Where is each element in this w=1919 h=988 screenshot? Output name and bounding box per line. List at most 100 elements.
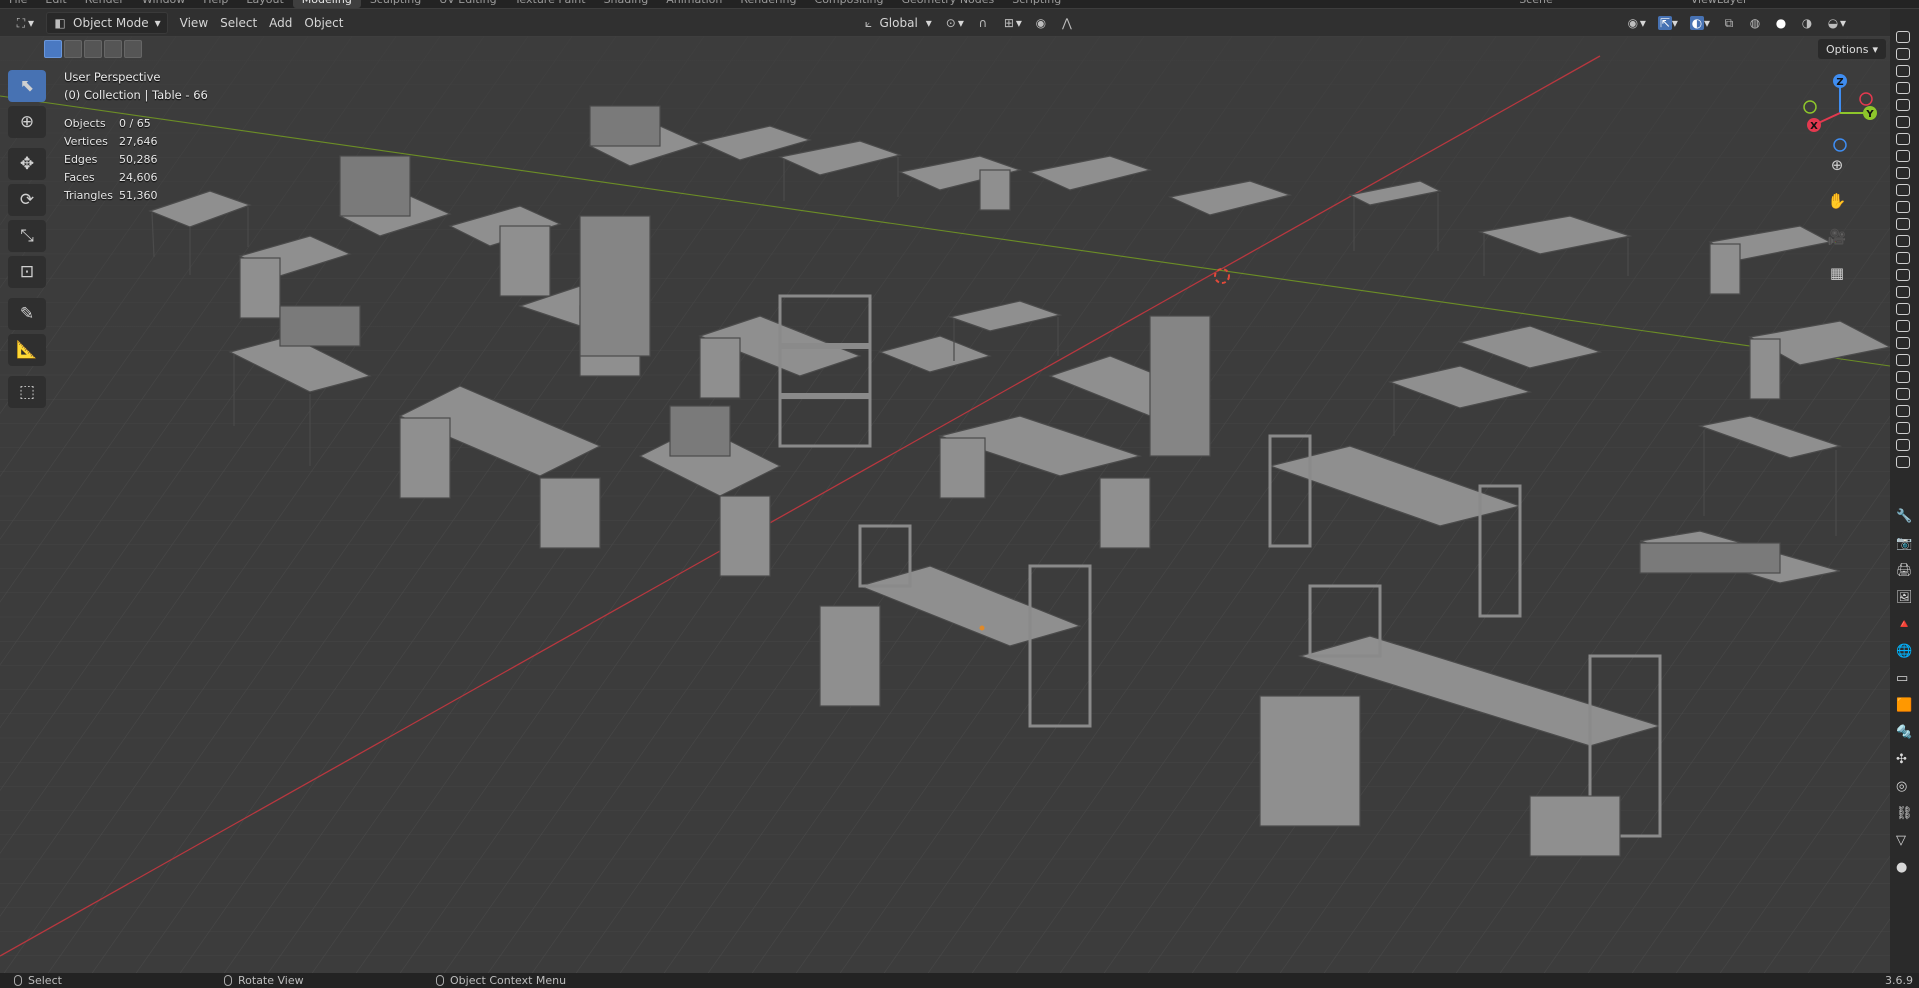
3d-viewport[interactable]: ⬉ ⊕ ✥ ⟳ ⤡ ⊡ ✎ 📐 ⬚ User Perspective (0) C… <box>0 36 1890 973</box>
falloff-dropdown[interactable]: ⋀ <box>1054 13 1080 33</box>
camera-icon[interactable] <box>1896 456 1910 468</box>
tab-texture-paint[interactable]: Texture Paint <box>506 0 595 8</box>
menu-select[interactable]: Select <box>214 13 263 33</box>
render-properties-icon[interactable]: 📷 <box>1896 536 1913 551</box>
camera-icon[interactable] <box>1896 48 1910 60</box>
camera-icon[interactable] <box>1896 65 1910 77</box>
select-invert-button[interactable] <box>104 40 122 58</box>
shading-rendered[interactable]: ◒ ▾ <box>1820 13 1852 33</box>
scene-selector[interactable]: Scene <box>1510 0 1562 8</box>
snap-target-dropdown[interactable]: ⊞ ▾ <box>996 13 1028 33</box>
zoom-icon[interactable]: ⊕ <box>1826 154 1848 176</box>
menu-window[interactable]: Window <box>133 0 194 8</box>
rotate-tool[interactable]: ⟳ <box>8 184 46 216</box>
physics-icon[interactable]: ◎ <box>1896 779 1913 794</box>
pan-hand-icon[interactable]: ✋ <box>1826 190 1848 212</box>
ortho-grid-icon[interactable]: ▦ <box>1826 262 1848 284</box>
camera-icon[interactable] <box>1896 286 1910 298</box>
camera-icon[interactable] <box>1896 201 1910 213</box>
measure-tool[interactable]: 📐 <box>8 334 46 366</box>
camera-view-icon[interactable]: 🎥 <box>1826 226 1848 248</box>
camera-icon[interactable] <box>1896 167 1910 179</box>
tab-layout[interactable]: Layout <box>237 0 292 8</box>
editor-type-button[interactable]: ⛶ ▾ <box>8 13 40 33</box>
add-cube-tool[interactable]: ⬚ <box>8 376 46 408</box>
camera-icon[interactable] <box>1896 320 1910 332</box>
camera-icon[interactable] <box>1896 184 1910 196</box>
collection-icon[interactable]: ▭ <box>1896 671 1913 686</box>
tab-sculpting[interactable]: Sculpting <box>361 0 430 8</box>
transform-tool[interactable]: ⊡ <box>8 256 46 288</box>
tab-shading[interactable]: Shading <box>595 0 658 8</box>
menu-view[interactable]: View <box>174 13 214 33</box>
camera-icon[interactable] <box>1896 218 1910 230</box>
gizmo-neg-x[interactable] <box>1859 92 1873 106</box>
material-icon[interactable]: ● <box>1896 860 1913 875</box>
tab-rendering[interactable]: Rendering <box>731 0 805 8</box>
camera-icon[interactable] <box>1896 133 1910 145</box>
camera-icon[interactable] <box>1896 388 1910 400</box>
output-properties-icon[interactable]: 🖨 <box>1896 563 1913 578</box>
camera-icon[interactable] <box>1896 269 1910 281</box>
view-layer-icon[interactable]: 🖼 <box>1896 590 1913 605</box>
tab-geometry-nodes[interactable]: Geometry Nodes <box>892 0 1003 8</box>
select-intersect-button[interactable] <box>124 40 142 58</box>
menu-file[interactable]: File <box>0 0 36 8</box>
select-box-tool[interactable]: ⬉ <box>8 70 46 102</box>
camera-icon[interactable] <box>1896 405 1910 417</box>
snap-toggle[interactable]: ∩ <box>970 13 996 33</box>
scale-tool[interactable]: ⤡ <box>8 220 46 252</box>
select-new-button[interactable] <box>44 40 62 58</box>
mode-dropdown[interactable]: ◧ Object Mode ▾ <box>46 11 168 34</box>
xray-toggle[interactable]: ⧉ <box>1716 13 1742 33</box>
menu-render[interactable]: Render <box>76 0 133 8</box>
shading-wireframe[interactable]: ◍ <box>1742 13 1768 33</box>
camera-icon[interactable] <box>1896 422 1910 434</box>
tab-compositing[interactable]: Compositing <box>806 0 893 8</box>
gizmo-neg-y[interactable] <box>1803 100 1817 114</box>
tab-scripting[interactable]: Scripting <box>1003 0 1070 8</box>
annotate-tool[interactable]: ✎ <box>8 298 46 330</box>
camera-icon[interactable] <box>1896 31 1910 43</box>
scene-icon[interactable]: 🔺 <box>1896 617 1913 632</box>
camera-icon[interactable] <box>1896 82 1910 94</box>
modifier-wrench-icon[interactable]: 🔩 <box>1896 725 1913 740</box>
world-icon[interactable]: 🌐 <box>1896 644 1913 659</box>
visibility-dropdown[interactable]: ◉ ▾ <box>1620 13 1652 33</box>
gizmo-toggle[interactable]: ⇱ ▾ <box>1652 13 1684 33</box>
tab-modeling[interactable]: Modeling <box>292 0 361 8</box>
tool-properties-icon[interactable]: 🔧 <box>1896 509 1913 524</box>
select-extend-button[interactable] <box>64 40 82 58</box>
camera-icon[interactable] <box>1896 150 1910 162</box>
proportional-edit-toggle[interactable]: ◉ <box>1028 13 1054 33</box>
tab-uv-editing[interactable]: UV Editing <box>430 0 505 8</box>
transform-orientation-dropdown[interactable]: ⟀ Global ▾ <box>856 13 938 33</box>
navigation-gizmo[interactable]: Z Y X <box>1800 73 1880 153</box>
options-dropdown[interactable]: Options ▾ <box>1818 39 1886 59</box>
view-layer-selector[interactable]: ViewLayer <box>1682 0 1757 8</box>
menu-help[interactable]: Help <box>194 0 237 8</box>
overlay-toggle[interactable]: ◐ ▾ <box>1684 13 1716 33</box>
data-icon[interactable]: ▽ <box>1896 833 1913 848</box>
cursor-tool[interactable]: ⊕ <box>8 106 46 138</box>
camera-icon[interactable] <box>1896 303 1910 315</box>
camera-icon[interactable] <box>1896 354 1910 366</box>
camera-icon[interactable] <box>1896 337 1910 349</box>
move-tool[interactable]: ✥ <box>8 148 46 180</box>
shading-solid[interactable]: ● <box>1768 13 1794 33</box>
camera-icon[interactable] <box>1896 252 1910 264</box>
gizmo-neg-z[interactable] <box>1833 138 1847 152</box>
menu-add[interactable]: Add <box>263 13 298 33</box>
shading-material[interactable]: ◑ <box>1794 13 1820 33</box>
particles-icon[interactable]: ✣ <box>1896 752 1913 767</box>
camera-icon[interactable] <box>1896 235 1910 247</box>
camera-icon[interactable] <box>1896 116 1910 128</box>
camera-icon[interactable] <box>1896 371 1910 383</box>
object-icon[interactable]: 🟧 <box>1896 698 1913 713</box>
menu-object[interactable]: Object <box>298 13 349 33</box>
constraints-icon[interactable]: ⛓ <box>1896 806 1913 821</box>
menu-edit[interactable]: Edit <box>36 0 75 8</box>
tab-animation[interactable]: Animation <box>657 0 731 8</box>
pivot-point-dropdown[interactable]: ⊙ ▾ <box>938 13 970 33</box>
camera-icon[interactable] <box>1896 99 1910 111</box>
